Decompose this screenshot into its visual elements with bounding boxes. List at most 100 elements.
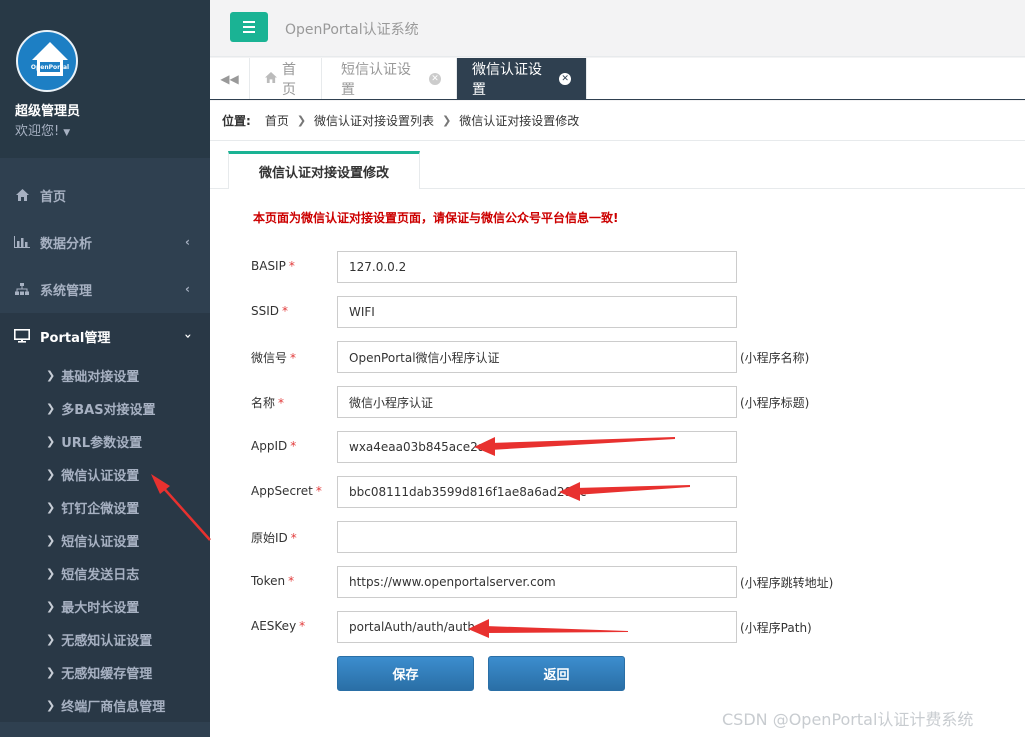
menu-toggle-button[interactable]	[230, 12, 268, 42]
field-label: BASIP *	[251, 259, 295, 273]
profile-welcome-dropdown[interactable]: 欢迎您! ▼	[15, 120, 70, 139]
chevron-right-icon: ❯	[46, 600, 56, 613]
logo-icon: OpenPortal	[31, 42, 69, 76]
sidebar: OpenPortal 超级管理员 欢迎您! ▼ 首页 数据分析 ‹ 系统管理 ‹ …	[0, 0, 210, 737]
app-title: OpenPortal认证系统	[285, 22, 419, 38]
profile-area: OpenPortal 超级管理员 欢迎您! ▼	[0, 0, 210, 158]
field-label: 原始ID *	[251, 531, 297, 545]
form-row-token: Token* (小程序跳转地址)	[210, 566, 1025, 598]
tab-label: 首页	[282, 61, 296, 98]
form-row-ssid: SSID *	[210, 296, 1025, 328]
field-hint: (小程序名称)	[740, 351, 810, 365]
chevron-right-icon: ❯	[46, 666, 56, 679]
tab-label: 短信认证设置	[341, 61, 411, 98]
field-label: AppID *	[251, 439, 297, 453]
chevron-right-icon: ❯	[46, 633, 56, 646]
chevron-right-icon: ❯	[46, 501, 56, 514]
tab-bar: ◀◀ 首页 短信认证设置 ✕ 微信认证设置 ✕	[210, 58, 1025, 100]
submenu-label: 多BAS对接设置	[61, 403, 156, 418]
submenu-item-wechat-auth[interactable]: ❯ 微信认证设置	[0, 458, 210, 491]
panel-tab[interactable]: 微信认证对接设置修改	[228, 151, 420, 189]
chevron-down-icon: ‹	[180, 333, 195, 339]
submenu-label: 基础对接设置	[61, 370, 140, 385]
sidebar-item-data-analysis[interactable]: 数据分析 ‹	[0, 219, 210, 265]
submenu-item[interactable]: ❯ 短信认证设置	[0, 524, 210, 557]
sitemap-icon	[14, 283, 30, 295]
avatar[interactable]: OpenPortal	[16, 30, 78, 92]
name-input[interactable]	[337, 386, 737, 418]
form-row-original-id: 原始ID *	[210, 521, 1025, 553]
submenu-label: 终端厂商信息管理	[61, 700, 166, 715]
basip-input[interactable]	[337, 251, 737, 283]
close-icon[interactable]: ✕	[559, 72, 571, 85]
submenu-item[interactable]: ❯ 最大时长设置	[0, 590, 210, 623]
chevron-right-icon: ❯	[46, 567, 56, 580]
submenu-item[interactable]: ❯ 无感知认证设置	[0, 623, 210, 656]
chevron-right-icon: ❯	[46, 534, 56, 547]
field-hint: (小程序标题)	[740, 396, 810, 410]
home-icon	[14, 189, 30, 201]
submenu-label: 短信认证设置	[61, 535, 140, 550]
chevron-right-icon: ❯	[46, 468, 56, 481]
close-icon[interactable]: ✕	[429, 72, 441, 85]
breadcrumb-item[interactable]: 首页	[265, 112, 289, 129]
chevron-right-icon: ❯	[46, 435, 56, 448]
submenu-label: 最大时长设置	[61, 601, 140, 616]
tab-sms-auth[interactable]: 短信认证设置 ✕	[326, 58, 457, 99]
chevron-left-icon: ‹	[185, 235, 190, 249]
submenu-item[interactable]: ❯ 终端厂商信息管理	[0, 689, 210, 722]
bar-chart-icon	[14, 236, 30, 248]
submenu-label: 无感知缓存管理	[61, 667, 153, 682]
tab-home[interactable]: 首页	[250, 58, 322, 99]
sidebar-item-system[interactable]: 系统管理 ‹	[0, 266, 210, 312]
logo-text: OpenPortal	[31, 64, 69, 71]
form-row-wechat-id: 微信号* (小程序名称)	[210, 341, 1025, 373]
field-label: 名称 *	[251, 396, 285, 410]
monitor-icon	[14, 329, 30, 343]
tab-wechat-auth[interactable]: 微信认证设置 ✕	[457, 58, 587, 99]
original-id-input[interactable]	[337, 521, 737, 553]
sidebar-item-portal[interactable]: Portal管理 ‹	[0, 313, 210, 359]
back-button[interactable]: 返回	[488, 656, 625, 691]
sidebar-item-label: Portal管理	[40, 330, 111, 346]
appid-input[interactable]	[337, 431, 737, 463]
submenu-label: URL参数设置	[61, 436, 143, 451]
breadcrumb: 位置: 首页 ❯ 微信认证对接设置列表 ❯ 微信认证对接设置修改	[210, 101, 1025, 141]
top-header: OpenPortal认证系统	[210, 0, 1025, 57]
chevron-right-icon: ❯	[46, 699, 56, 712]
caret-down-icon: ▼	[63, 128, 71, 138]
field-label: AESKey *	[251, 619, 306, 633]
form-row-name: 名称* (小程序标题)	[210, 386, 1025, 418]
submenu-item[interactable]: ❯ 基础对接设置	[0, 359, 210, 392]
chevron-right-icon: ❯	[442, 114, 452, 127]
tab-scroll-left-button[interactable]: ◀◀	[210, 58, 250, 99]
field-label: Token *	[251, 574, 295, 588]
chevron-right-icon: ❯	[46, 369, 56, 382]
save-button[interactable]: 保存	[337, 656, 474, 691]
token-input[interactable]	[337, 566, 737, 598]
field-label: SSID *	[251, 304, 289, 318]
home-icon	[265, 71, 277, 87]
submenu-label: 钉钉企微设置	[61, 502, 140, 517]
appsecret-input[interactable]	[337, 476, 737, 508]
welcome-text: 欢迎您!	[15, 124, 60, 139]
form-row-appid: AppID *	[210, 431, 1025, 463]
sidebar-item-label: 首页	[40, 189, 67, 205]
tab-label: 微信认证设置	[472, 61, 542, 98]
submenu-item[interactable]: ❯ 短信发送日志	[0, 557, 210, 590]
submenu-label: 微信认证设置	[61, 469, 140, 484]
sidebar-item-label: 数据分析	[40, 236, 93, 252]
field-label: 微信号 *	[251, 351, 297, 365]
submenu-item[interactable]: ❯ URL参数设置	[0, 425, 210, 458]
sidebar-item-home[interactable]: 首页	[0, 172, 210, 218]
submenu-item[interactable]: ❯ 无感知缓存管理	[0, 656, 210, 689]
aeskey-input[interactable]	[337, 611, 737, 643]
submenu-item[interactable]: ❯ 多BAS对接设置	[0, 392, 210, 425]
submenu-item[interactable]: ❯ 钉钉企微设置	[0, 491, 210, 524]
wechat-id-input[interactable]	[337, 341, 737, 373]
ssid-input[interactable]	[337, 296, 737, 328]
breadcrumb-item[interactable]: 微信认证对接设置列表	[314, 112, 434, 129]
chevron-right-icon: ❯	[46, 402, 56, 415]
content-panel: 微信认证对接设置修改 本页面为微信认证对接设置页面，请保证与微信公众号平台信息一…	[210, 141, 1025, 737]
form-row-basip: BASIP *	[210, 251, 1025, 283]
